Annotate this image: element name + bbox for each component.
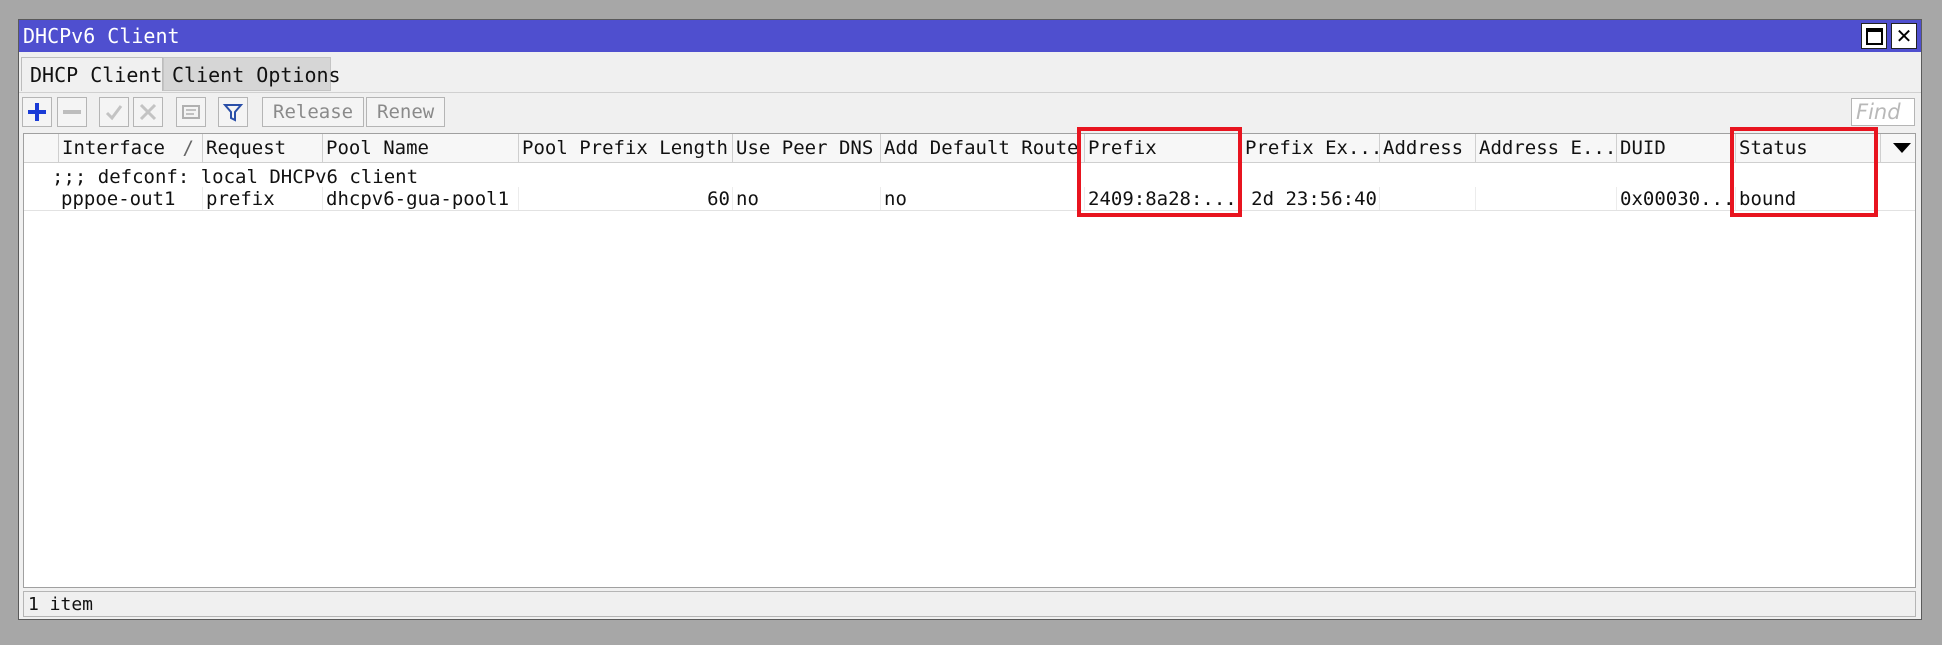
highlight-box-prefix: [1077, 127, 1242, 217]
disable-button[interactable]: [133, 97, 163, 127]
cell-duid: 0x00030...: [1616, 187, 1735, 210]
find-input[interactable]: Find: [1851, 98, 1915, 126]
dhcp-client-table: Interface / Request Pool Name Pool Prefi…: [23, 133, 1916, 588]
check-icon: [105, 105, 123, 121]
column-header-flags[interactable]: [24, 134, 58, 162]
maximize-button[interactable]: [1861, 23, 1887, 49]
cell-use-peer-dns: no: [732, 187, 880, 210]
title-bar[interactable]: DHCPv6 Client ✕: [19, 20, 1921, 52]
table-row[interactable]: pppoe-out1 prefix dhcpv6-gua-pool1 60 no…: [24, 187, 1915, 211]
column-header-pool-prefix-length[interactable]: Pool Prefix Length: [518, 134, 732, 162]
enable-button[interactable]: [99, 97, 129, 127]
column-menu-button[interactable]: [1880, 134, 1917, 162]
plus-icon: [28, 103, 46, 121]
filter-icon: [222, 104, 244, 122]
close-button[interactable]: ✕: [1891, 23, 1917, 49]
cell-pool-prefix-length: 60: [518, 187, 732, 210]
release-button[interactable]: Release: [262, 97, 365, 127]
maximize-icon: [1865, 27, 1883, 45]
tab-client-options[interactable]: Client Options: [163, 57, 341, 91]
cell-add-default-route: no: [880, 187, 1084, 210]
minus-icon: [63, 110, 81, 114]
column-header-pool-name[interactable]: Pool Name: [322, 134, 518, 162]
highlight-box-status: [1730, 127, 1878, 217]
cell-request: prefix: [202, 187, 322, 210]
cell-interface: pppoe-out1: [61, 188, 176, 210]
comment-icon: [182, 105, 200, 119]
toolbar: Release Renew Find: [19, 92, 1921, 131]
close-icon: ✕: [1895, 24, 1913, 48]
column-header-interface-label: Interface: [62, 137, 165, 159]
column-header-address[interactable]: Address: [1379, 134, 1475, 162]
renew-button[interactable]: Renew: [366, 97, 446, 127]
dropdown-arrow-icon: [1893, 143, 1911, 153]
tab-dhcp-client[interactable]: DHCP Client: [21, 57, 163, 91]
comment-button[interactable]: [176, 97, 206, 127]
column-header-add-default-route[interactable]: Add Default Route: [880, 134, 1084, 162]
filter-button[interactable]: [218, 97, 248, 127]
table-header: Interface / Request Pool Name Pool Prefi…: [24, 134, 1915, 163]
sort-indicator: /: [182, 137, 194, 159]
remove-button[interactable]: [57, 97, 87, 127]
window-title: DHCPv6 Client: [23, 24, 180, 48]
row-comment: ;;; defconf: local DHCPv6 client: [52, 166, 419, 188]
cell-address-expires: [1475, 187, 1616, 210]
column-header-duid[interactable]: DUID: [1616, 134, 1735, 162]
x-icon: [139, 103, 157, 121]
dhcpv6-client-window: DHCPv6 Client ✕ DHCP Client Client Optio…: [18, 19, 1922, 620]
cell-address: [1379, 187, 1475, 210]
cell-pool-name: dhcpv6-gua-pool1: [322, 187, 518, 210]
column-header-interface[interactable]: Interface /: [58, 134, 202, 162]
column-header-request[interactable]: Request: [202, 134, 322, 162]
add-button[interactable]: [22, 97, 52, 127]
column-header-prefix-expires[interactable]: Prefix Ex...: [1241, 134, 1379, 162]
status-bar: 1 item: [23, 591, 1916, 617]
column-header-use-peer-dns[interactable]: Use Peer DNS: [732, 134, 880, 162]
column-header-address-expires[interactable]: Address E...: [1475, 134, 1616, 162]
cell-prefix-expires: 2d 23:56:40: [1241, 187, 1379, 210]
